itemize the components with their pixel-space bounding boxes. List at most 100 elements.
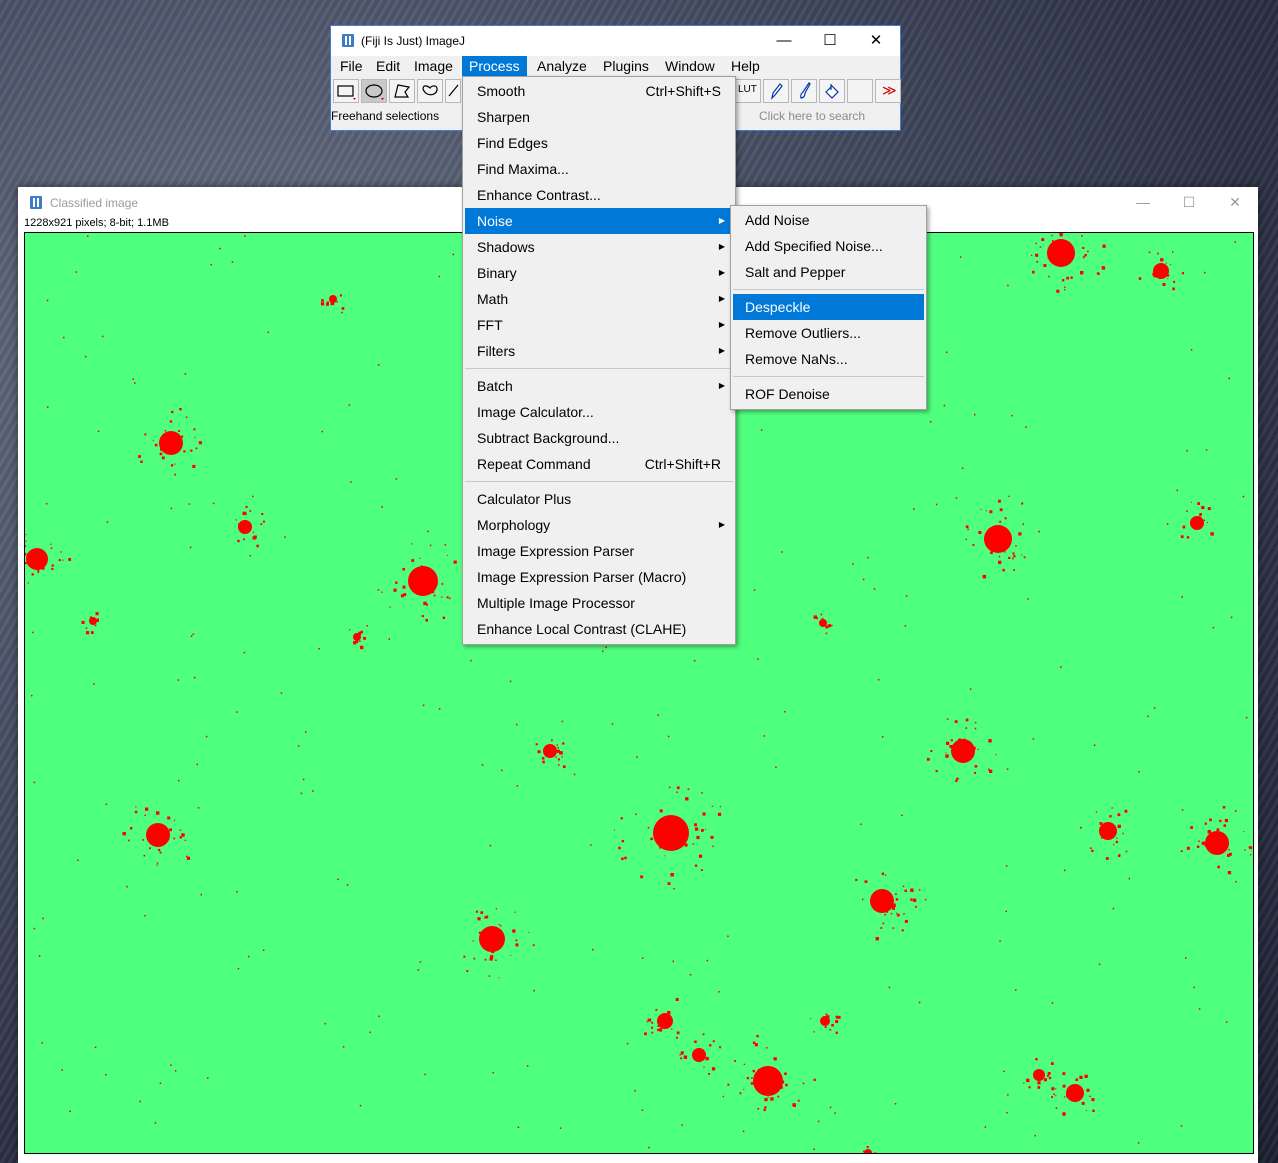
menu-separator [465, 481, 733, 482]
menu-item-sharpen[interactable]: Sharpen [465, 104, 733, 130]
speckle-dot [219, 247, 221, 250]
fiji-app-icon [342, 34, 354, 47]
menu-item-noise[interactable]: Noise ▶ [465, 208, 733, 234]
speckle-dot [509, 680, 512, 683]
speckle-dot [918, 1001, 921, 1004]
menu-item-multiple-image-processor[interactable]: Multiple Image Processor [465, 590, 733, 616]
menu-item-fft[interactable]: FFT ▶ [465, 312, 733, 338]
speckle-dot [635, 813, 637, 815]
menu-plugins[interactable]: Plugins [596, 56, 656, 76]
speckle-dot [999, 940, 1001, 942]
speckle-dot [243, 651, 246, 654]
menu-item-image-expression-parser[interactable]: Image Expression Parser [465, 538, 733, 564]
menu-item-find-edges[interactable]: Find Edges [465, 130, 733, 156]
oval-tool-icon[interactable] [361, 79, 387, 103]
speckle-dot [961, 467, 964, 469]
polygon-tool-icon[interactable] [389, 79, 415, 103]
fiji-close-button[interactable]: ✕ [853, 30, 899, 52]
menu-help[interactable]: Help [724, 56, 767, 76]
close-button[interactable]: ✕ [1212, 191, 1258, 213]
blank-tool[interactable] [847, 79, 873, 103]
menu-edit[interactable]: Edit [369, 56, 407, 76]
speckle-dot [252, 495, 254, 498]
speckle-dot [1235, 881, 1237, 883]
speckle-dot [170, 1064, 172, 1066]
menu-item-enhance-local-contrast[interactable]: Enhance Local Contrast (CLAHE) [465, 616, 733, 642]
menu-item-image-expression-parser-macro[interactable]: Image Expression Parser (Macro) [465, 564, 733, 590]
line-tool-icon[interactable] [445, 79, 461, 103]
menu-item-repeat-command[interactable]: Repeat Command Ctrl+Shift+R [465, 451, 733, 477]
speckle-dot [636, 756, 638, 758]
speckle-dot [359, 1104, 362, 1107]
speckle-dot [189, 546, 192, 549]
speckle-dot [592, 948, 594, 951]
submenu-arrow-icon: ▶ [718, 381, 725, 390]
menu-item-find-maxima[interactable]: Find Maxima... [465, 156, 733, 182]
speckle-dot [366, 625, 368, 627]
minimize-button[interactable]: — [1120, 191, 1166, 213]
speckle-dot [106, 521, 109, 523]
menu-item-morphology[interactable]: Morphology ▶ [465, 512, 733, 538]
speckle-dot [305, 731, 307, 733]
speckle-dot [1128, 877, 1130, 880]
fiji-maximize-button[interactable]: ☐ [807, 30, 853, 52]
menu-file[interactable]: File [333, 56, 370, 76]
lut-tool[interactable]: LUT [735, 79, 761, 103]
menu-item-binary[interactable]: Binary ▶ [465, 260, 733, 286]
menu-item-rof-denoise[interactable]: ROF Denoise [733, 381, 924, 407]
menu-item-filters[interactable]: Filters ▶ [465, 338, 733, 364]
submenu-arrow-icon: ▶ [718, 268, 725, 277]
speckle-dot [381, 506, 383, 508]
menu-item-enhance-contrast[interactable]: Enhance Contrast... [465, 182, 733, 208]
speckle-dot [634, 1089, 636, 1092]
menu-item-add-specified-noise[interactable]: Add Specified Noise... [733, 233, 924, 259]
speckle-dot [470, 659, 472, 662]
menu-process[interactable]: Process [462, 56, 527, 76]
menu-window[interactable]: Window [658, 56, 722, 76]
image-window-title: Classified image [50, 196, 139, 210]
fiji-menubar: File Edit Image Process Analyze Plugins … [331, 56, 900, 76]
menu-item-remove-outliers[interactable]: Remove Outliers... [733, 320, 924, 346]
menu-item-remove-nans[interactable]: Remove NaNs... [733, 346, 924, 372]
more-tools-icon[interactable]: ≫ [875, 79, 901, 103]
speckle-dot [693, 660, 696, 662]
fiji-titlebar[interactable]: (Fiji Is Just) ImageJ — ☐ ✕ [331, 26, 900, 56]
menu-item-shadows[interactable]: Shadows ▶ [465, 234, 733, 260]
rectangle-tool-icon[interactable] [333, 79, 359, 103]
search-field[interactable]: Click here to search [759, 109, 865, 123]
menu-item-add-noise[interactable]: Add Noise [733, 207, 924, 233]
speckle-dot [894, 1103, 897, 1105]
brush-tool-icon[interactable] [791, 79, 817, 103]
menu-item-calculator-plus[interactable]: Calculator Plus [465, 486, 733, 512]
menu-item-despeckle[interactable]: Despeckle [733, 294, 924, 320]
freehand-tool-icon[interactable] [417, 79, 443, 103]
submenu-arrow-icon: ▶ [718, 320, 725, 329]
menu-item-math[interactable]: Math ▶ [465, 286, 733, 312]
menu-item-smooth[interactable]: Smooth Ctrl+Shift+S [465, 78, 733, 104]
pencil-tool-icon[interactable] [763, 79, 789, 103]
speckle-dot [1005, 910, 1007, 913]
fiji-minimize-button[interactable]: — [761, 30, 807, 52]
speckle-dot [93, 683, 95, 685]
fiji-app-icon [30, 196, 42, 209]
maximize-button[interactable]: ☐ [1166, 191, 1212, 213]
speckle-dot [877, 679, 880, 681]
menu-analyze[interactable]: Analyze [530, 56, 594, 76]
speckle-dot [1181, 809, 1184, 811]
speckle-dot [775, 766, 777, 768]
speckle-dot [862, 578, 865, 581]
menu-item-batch[interactable]: Batch ▶ [465, 373, 733, 399]
menu-image[interactable]: Image [407, 56, 460, 76]
speckle-dot [929, 421, 932, 423]
speckle-dot [377, 364, 380, 366]
flood-fill-tool-icon[interactable] [819, 79, 845, 103]
speckle-dot [1025, 426, 1027, 428]
menu-item-image-calculator[interactable]: Image Calculator... [465, 399, 733, 425]
speckle-dot [321, 430, 323, 433]
menu-item-subtract-background[interactable]: Subtract Background... [465, 425, 733, 451]
speckle-dot [422, 704, 425, 706]
speckle-dot [657, 714, 659, 716]
menu-item-salt-and-pepper[interactable]: Salt and Pepper [733, 259, 924, 285]
speckle-dot [438, 708, 441, 710]
speckle-dot [974, 727, 977, 730]
